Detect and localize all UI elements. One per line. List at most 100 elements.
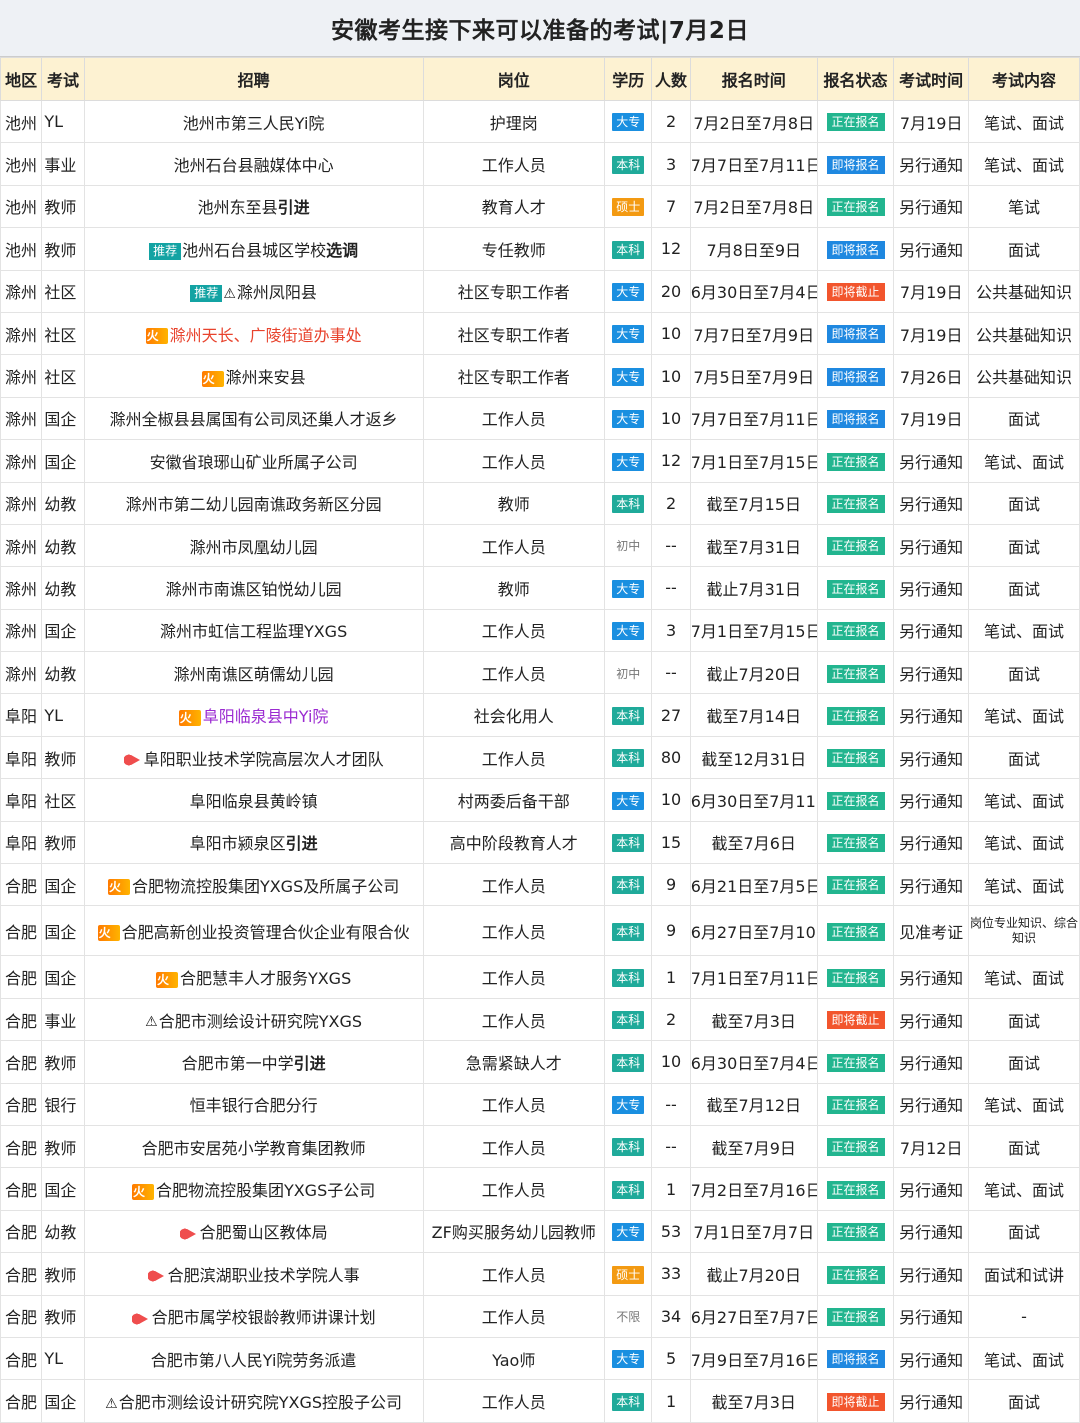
cell-org: 阜阳市颍泉区引进 xyxy=(83,820,424,865)
org-name: 合肥慧丰人才服务YXGS xyxy=(179,969,352,989)
cell-time: 另行通知 xyxy=(893,955,969,999)
cell-content: 面试和试讲 xyxy=(967,1252,1080,1296)
cell-exam: 幼教 xyxy=(41,1209,85,1254)
cell-exam: 国企 xyxy=(41,396,85,441)
status-badge: 即将截止 xyxy=(826,1392,885,1411)
edu-badge: 大专 xyxy=(612,1350,645,1369)
cell-content: 公共基础知识 xyxy=(967,354,1080,398)
cell-time: 另行通知 xyxy=(893,481,969,525)
cell-exam: 事业 xyxy=(41,997,85,1042)
cell-post: 工作人员 xyxy=(422,439,605,483)
cell-region: 池州 xyxy=(0,184,43,229)
hot-icon xyxy=(178,709,201,726)
org-name: 滁州凤阳县 xyxy=(236,283,317,303)
org-name: 恒丰银行合肥分行 xyxy=(189,1096,318,1116)
cell-content: 面试 xyxy=(967,1040,1080,1084)
cell-time: 7月12日 xyxy=(893,1124,969,1169)
cell-edu: 大专 xyxy=(603,1336,653,1381)
cell-region: 池州 xyxy=(0,227,43,271)
cell-status: 正在报名 xyxy=(816,1209,895,1254)
edu-badge: 本科 xyxy=(612,922,645,941)
cell-content: 岗位专业知识、综合知识 xyxy=(967,905,1080,957)
cell-post: 工作人员 xyxy=(422,1252,605,1296)
org-name: 合肥市测绘设计研究院YXGS xyxy=(158,1011,363,1031)
cell-num: 2 xyxy=(651,99,691,144)
cell-time: 另行通知 xyxy=(893,997,969,1042)
cell-edu: 本科 xyxy=(603,227,653,271)
cell-region: 滁州 xyxy=(0,311,43,356)
cell-status: 正在报名 xyxy=(816,651,895,695)
cell-org: 恒丰银行合肥分行 xyxy=(83,1082,424,1126)
status-badge: 正在报名 xyxy=(826,452,885,471)
cell-content: 面试 xyxy=(967,566,1080,610)
status-badge: 正在报名 xyxy=(826,664,885,683)
cell-reg: 截止7月31日 xyxy=(689,566,818,610)
cell-post: 工作人员 xyxy=(422,396,605,441)
cell-region: 合肥 xyxy=(0,1336,43,1381)
cell-region: 合肥 xyxy=(0,1082,43,1126)
status-badge: 即将报名 xyxy=(826,155,885,174)
cell-num: -- xyxy=(651,651,691,695)
cell-edu: 本科 xyxy=(603,1167,653,1211)
header-region: 地区 xyxy=(0,57,43,101)
cell-reg: 7月8日至9日 xyxy=(689,227,818,271)
cell-region: 滁州 xyxy=(0,651,43,695)
cell-num: 34 xyxy=(651,1294,691,1338)
table-row: 合肥 教师 合肥市属学校银龄教师讲课计划 工作人员 不限 34 6月27日至7月7日 正在报名… xyxy=(0,1294,1080,1338)
status-badge: 正在报名 xyxy=(826,1138,885,1157)
cell-num: 27 xyxy=(651,693,691,737)
cell-post: 社区专职工作者 xyxy=(422,354,605,398)
cell-post: 教师 xyxy=(422,566,605,610)
edu-badge: 本科 xyxy=(612,240,645,259)
status-badge: 正在报名 xyxy=(826,1053,885,1072)
cell-org: 合肥慧丰人才服务YXGS xyxy=(83,955,424,999)
org-name: 滁州全椒县县属国有公司凤还巢人才返乡 xyxy=(109,410,398,430)
cell-content: 面试 xyxy=(967,1209,1080,1254)
edu-badge: 大专 xyxy=(612,367,645,386)
cell-exam: 国企 xyxy=(41,439,85,483)
cell-org: 合肥滨湖职业技术学院人事 xyxy=(83,1252,424,1296)
org-name: 滁州市凤凰幼儿园 xyxy=(189,537,318,557)
cell-num: 3 xyxy=(651,608,691,653)
cell-reg: 截至7月14日 xyxy=(689,693,818,737)
cell-num: 2 xyxy=(651,997,691,1042)
cell-status: 正在报名 xyxy=(816,608,895,653)
cell-status: 正在报名 xyxy=(816,184,895,229)
status-badge: 正在报名 xyxy=(826,113,885,132)
cell-status: 正在报名 xyxy=(816,863,895,907)
cell-num: 1 xyxy=(651,955,691,999)
table-row: 合肥 国企 ⚠合肥市测绘设计研究院YXGS控股子公司 工作人员 本科 1 截至7月3日 即将截… xyxy=(0,1379,1080,1423)
cell-post: 专任教师 xyxy=(422,227,605,271)
cell-reg: 7月1日至7月7日 xyxy=(689,1209,818,1254)
org-name: 池州东至县 xyxy=(197,198,278,218)
cell-region: 合肥 xyxy=(0,1167,43,1211)
edu-badge: 本科 xyxy=(612,1180,645,1199)
cell-status: 即将截止 xyxy=(816,1379,895,1423)
cell-num: 1 xyxy=(651,1379,691,1423)
cell-org: 合肥市第八人民Yi院劳务派遣 xyxy=(83,1336,424,1381)
cell-region: 阜阳 xyxy=(0,693,43,737)
table-row: 合肥国企 合肥物流控股集团YXGS及所属子公司 工作人员本科 96月21日至7月5日正… xyxy=(0,863,1080,907)
cell-post: 工作人员 xyxy=(422,1124,605,1169)
cell-content: 笔试、面试 xyxy=(967,820,1080,865)
cell-region: 合肥 xyxy=(0,1209,43,1254)
cell-region: 滁州 xyxy=(0,566,43,610)
cell-edu: 大专 xyxy=(603,439,653,483)
cell-reg: 截止7月20日 xyxy=(689,1252,818,1296)
cell-org: ⚠合肥市测绘设计研究院YXGS xyxy=(83,997,424,1042)
cell-num: 10 xyxy=(651,354,691,398)
edu-badge: 硕士 xyxy=(612,198,645,217)
cell-reg: 6月27日至7月10日 xyxy=(689,905,818,957)
cell-exam: 教师 xyxy=(41,1252,85,1296)
cell-region: 阜阳 xyxy=(0,778,43,822)
cell-num: -- xyxy=(651,523,691,568)
cell-reg: 截至7月15日 xyxy=(689,481,818,525)
edu-badge: 本科 xyxy=(612,834,645,853)
cell-edu: 大专 xyxy=(603,608,653,653)
cell-post: 工作人员 xyxy=(422,735,605,780)
cell-num: 9 xyxy=(651,905,691,957)
cell-content: 笔试、面试 xyxy=(967,1167,1080,1211)
cell-org: 合肥市第一中学引进 xyxy=(83,1040,424,1084)
cell-reg: 7月2日至7月8日 xyxy=(689,184,818,229)
cell-reg: 7月2日至7月16日 xyxy=(689,1167,818,1211)
